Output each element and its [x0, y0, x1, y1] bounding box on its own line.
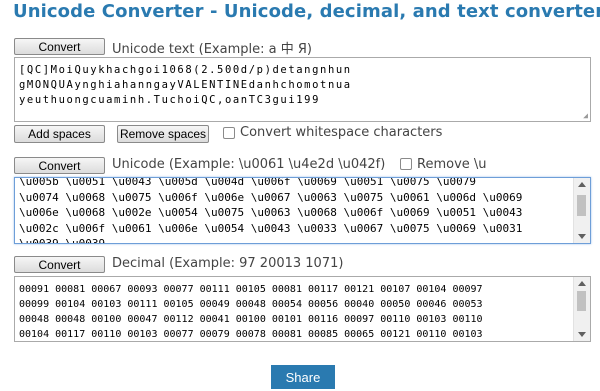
- convert-unicode-button[interactable]: Convert: [14, 157, 105, 174]
- scrollbar-thumb[interactable]: [577, 195, 586, 216]
- scroll-up-icon[interactable]: [578, 281, 586, 286]
- decimal-input[interactable]: 00091 00081 00067 00093 00077 00111 0010…: [14, 276, 591, 342]
- page-title: Unicode Converter - Unicode, decimal, an…: [13, 1, 600, 22]
- unicode-input[interactable]: \u005b \u0051 \u0043 \u005d \u004d \u006…: [14, 177, 591, 244]
- resize-grip-icon[interactable]: ◢: [583, 111, 588, 120]
- scroll-down-icon[interactable]: [578, 332, 586, 337]
- add-spaces-button[interactable]: Add spaces: [14, 125, 105, 143]
- unicode-text-input[interactable]: [QC]MoiQuykhachgoi1068(2.500d/p)detangnh…: [14, 57, 591, 122]
- remove-spaces-button[interactable]: Remove spaces: [117, 125, 209, 143]
- remove-u-label: Remove \u: [417, 157, 487, 172]
- scroll-down-icon[interactable]: [578, 234, 586, 239]
- convert-whitespace-checkbox[interactable]: [223, 127, 235, 139]
- scrollbar-thumb[interactable]: [577, 291, 586, 311]
- convert-decimal-button[interactable]: Convert: [14, 256, 105, 273]
- remove-u-checkbox[interactable]: [400, 158, 412, 170]
- decimal-value: 00091 00081 00067 00093 00077 00111 0010…: [19, 284, 483, 340]
- unicode-label: Unicode (Example: \u0061 \u4e2d \u042f): [112, 157, 386, 172]
- share-button[interactable]: Share: [271, 365, 335, 389]
- unicode-text-label: Unicode text (Example: a 中 Я): [112, 42, 312, 57]
- decimal-label: Decimal (Example: 97 20013 1071): [112, 256, 344, 271]
- unicode-text-value: [QC]MoiQuykhachgoi1068(2.500d/p)detangnh…: [19, 64, 352, 106]
- unicode-scrollbar[interactable]: [573, 178, 590, 243]
- convert-text-button[interactable]: Convert: [14, 38, 105, 55]
- convert-whitespace-label: Convert whitespace characters: [240, 125, 443, 140]
- unicode-value: \u005b \u0051 \u0043 \u005d \u004d \u006…: [19, 177, 523, 244]
- scroll-up-icon[interactable]: [578, 182, 586, 187]
- decimal-scrollbar[interactable]: [573, 277, 590, 341]
